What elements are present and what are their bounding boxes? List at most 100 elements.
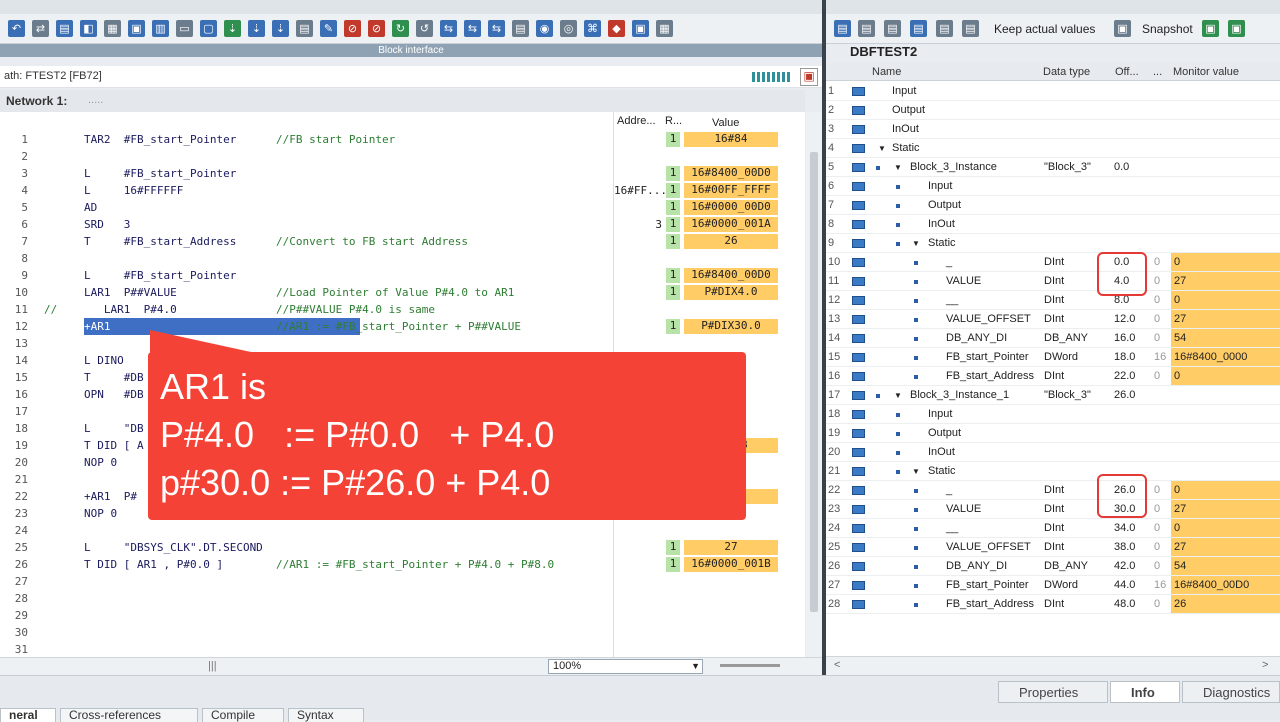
code-line[interactable]: 6 SRD 3 3 1 16#0000_001A: [0, 216, 805, 233]
db-toolbar-button-icon[interactable]: ▤: [962, 20, 979, 37]
editor-toolbar-button-icon[interactable]: ⇣: [272, 20, 289, 37]
hscroll-grip-icon[interactable]: |||: [208, 660, 217, 672]
editor-toolbar-button-icon[interactable]: ⇄: [32, 20, 49, 37]
editor-toolbar-button-icon[interactable]: ⇣: [248, 20, 265, 37]
editor-toolbar-button-icon[interactable]: ◧: [80, 20, 97, 37]
editor-toolbar-button-icon[interactable]: ✎: [320, 20, 337, 37]
code-line[interactable]: 29: [0, 607, 805, 624]
code-line[interactable]: 31: [0, 641, 805, 658]
editor-toolbar-button-icon[interactable]: ▣: [128, 20, 145, 37]
offset-column-header[interactable]: Off...: [1115, 66, 1139, 78]
insert-network-icon[interactable]: ▣: [800, 68, 818, 86]
tab-diagnostics[interactable]: Diagnostics: [1182, 681, 1280, 703]
code-line[interactable]: 25 L "DBSYS_CLK".DT.SECOND 1 27: [0, 539, 805, 556]
db-row[interactable]: 23 VALUE DInt 30.0 0 27: [826, 500, 1280, 519]
expand-arrow-icon[interactable]: ▼: [894, 163, 902, 172]
db-row[interactable]: 12 __ DInt 8.0 0 0: [826, 291, 1280, 310]
editor-toolbar-button-icon[interactable]: ▦: [104, 20, 121, 37]
db-row[interactable]: 11 VALUE DInt 4.0 0 27: [826, 272, 1280, 291]
code-line[interactable]: 9 L #FB_start_Pointer 1 16#8400_00D0: [0, 267, 805, 284]
code-line[interactable]: 2: [0, 148, 805, 165]
datatype-column-header[interactable]: Data type: [1043, 66, 1090, 78]
chevron-left-icon[interactable]: <: [834, 659, 840, 671]
editor-toolbar-button-icon[interactable]: ↺: [416, 20, 433, 37]
db-row[interactable]: 10 _ DInt 0.0 0 0: [826, 253, 1280, 272]
code-line[interactable]: 7 T #FB_start_Address //Convert to FB star…: [0, 233, 805, 250]
db-row[interactable]: 5 ▼ Block_3_Instance "Block_3" 0.0: [826, 158, 1280, 177]
editor-toolbar-button-icon[interactable]: ↻: [392, 20, 409, 37]
extra-column-header[interactable]: ...: [1153, 66, 1162, 78]
code-line[interactable]: 1 TAR2 #FB_start_Pointer //FB start Pointe…: [0, 131, 805, 148]
db-row[interactable]: 13 VALUE_OFFSET DInt 12.0 0 27: [826, 310, 1280, 329]
db-toolbar-button-icon[interactable]: ▤: [884, 20, 901, 37]
db-row[interactable]: 28 FB_start_Address DInt 48.0 0 26: [826, 595, 1280, 614]
db-row[interactable]: 27 FB_start_Pointer DWord 44.0 16 16#8400_00D…: [826, 576, 1280, 595]
zoom-slider[interactable]: [720, 664, 780, 667]
db-row[interactable]: 17 ▼ Block_3_Instance_1 "Block_3" 26.0: [826, 386, 1280, 405]
db-toolbar-button-icon[interactable]: ▣: [1202, 20, 1219, 37]
code-line[interactable]: 24: [0, 522, 805, 539]
expand-arrow-icon[interactable]: ▼: [912, 239, 920, 248]
db-toolbar-button-icon[interactable]: ▤: [858, 20, 875, 37]
db-horizontal-scrollbar[interactable]: < >: [826, 656, 1280, 675]
network-overview-icon[interactable]: [752, 72, 792, 82]
db-row[interactable]: 8 InOut: [826, 215, 1280, 234]
chevron-down-icon[interactable]: ▼: [691, 660, 700, 673]
editor-toolbar-button-icon[interactable]: ◉: [536, 20, 553, 37]
chevron-right-icon[interactable]: >: [1262, 659, 1268, 671]
editor-toolbar-button-icon[interactable]: ⊘: [368, 20, 385, 37]
tab-properties[interactable]: Properties: [998, 681, 1108, 703]
db-row[interactable]: 2 Output: [826, 101, 1280, 120]
db-row[interactable]: 18 Input: [826, 405, 1280, 424]
editor-toolbar-button-icon[interactable]: ⌘: [584, 20, 601, 37]
code-line[interactable]: 28: [0, 590, 805, 607]
editor-toolbar-button-icon[interactable]: ⇆: [464, 20, 481, 37]
editor-toolbar-button-icon[interactable]: ◆: [608, 20, 625, 37]
keep-actual-values-button[interactable]: Keep actual values: [994, 22, 1095, 36]
db-row[interactable]: 19 Output: [826, 424, 1280, 443]
editor-toolbar-button-icon[interactable]: ▤: [512, 20, 529, 37]
db-row[interactable]: 4 ▼ Static: [826, 139, 1280, 158]
editor-toolbar-button-icon[interactable]: ▤: [296, 20, 313, 37]
db-toolbar-button-icon[interactable]: ▣: [1228, 20, 1245, 37]
editor-toolbar-button-icon[interactable]: ⇆: [488, 20, 505, 37]
db-row[interactable]: 3 InOut: [826, 120, 1280, 139]
expand-arrow-icon[interactable]: ▼: [894, 391, 902, 400]
db-row[interactable]: 20 InOut: [826, 443, 1280, 462]
network-header[interactable]: Network 1: .....: [0, 90, 805, 112]
db-row[interactable]: 6 Input: [826, 177, 1280, 196]
address-column-header[interactable]: Addre...: [617, 115, 656, 127]
db-toolbar-button-icon[interactable]: ▣: [1114, 20, 1131, 37]
db-row[interactable]: 14 DB_ANY_DI DB_ANY 16.0 0 54: [826, 329, 1280, 348]
editor-toolbar-button-icon[interactable]: ↶: [8, 20, 25, 37]
editor-toolbar-button-icon[interactable]: ▭: [176, 20, 193, 37]
expand-arrow-icon[interactable]: ▼: [878, 144, 886, 153]
code-line[interactable]: 8: [0, 250, 805, 267]
editor-toolbar-button-icon[interactable]: ▦: [656, 20, 673, 37]
editor-toolbar-button-icon[interactable]: ◎: [560, 20, 577, 37]
code-line[interactable]: 5 AD 1 16#0000_00D0: [0, 199, 805, 216]
db-row[interactable]: 16 FB_start_Address DInt 22.0 0 0: [826, 367, 1280, 386]
db-row[interactable]: 9 ▼ Static: [826, 234, 1280, 253]
code-line[interactable]: 4 L 16#FFFFFF 16#FF... 1 16#00FF_FFFF: [0, 182, 805, 199]
code-line[interactable]: 26 T DID [ AR1 , P#0.0 ] //AR1 := #FB_star…: [0, 556, 805, 573]
db-row[interactable]: 24 __ DInt 34.0 0 0: [826, 519, 1280, 538]
code-line[interactable]: 12 +AR1 //AR1 := #FB_start_Pointer + P##VA…: [0, 318, 805, 335]
editor-toolbar-button-icon[interactable]: ⇆: [440, 20, 457, 37]
code-line[interactable]: 11 // LAR1 P#4.0 //P##VALUE P#4.0 is same: [0, 301, 805, 318]
editor-toolbar-button-icon[interactable]: ▣: [632, 20, 649, 37]
code-line[interactable]: 30: [0, 624, 805, 641]
name-column-header[interactable]: Name: [872, 66, 901, 78]
db-row[interactable]: 15 FB_start_Pointer DWord 18.0 16 16#8400_000…: [826, 348, 1280, 367]
tab-info[interactable]: Info: [1110, 681, 1180, 703]
editor-toolbar-button-icon[interactable]: ▤: [56, 20, 73, 37]
editor-toolbar-button-icon[interactable]: ⇣: [224, 20, 241, 37]
code-line[interactable]: 27: [0, 573, 805, 590]
db-row[interactable]: 25 VALUE_OFFSET DInt 38.0 0 27: [826, 538, 1280, 557]
db-row[interactable]: 7 Output: [826, 196, 1280, 215]
db-row[interactable]: 22 _ DInt 26.0 0 0: [826, 481, 1280, 500]
code-line[interactable]: 10 LAR1 P##VALUE //Load Pointer of Value P…: [0, 284, 805, 301]
editor-toolbar-button-icon[interactable]: ▥: [152, 20, 169, 37]
code-line[interactable]: 3 L #FB_start_Pointer 1 16#8400_00D0: [0, 165, 805, 182]
code-line[interactable]: 13: [0, 335, 805, 352]
